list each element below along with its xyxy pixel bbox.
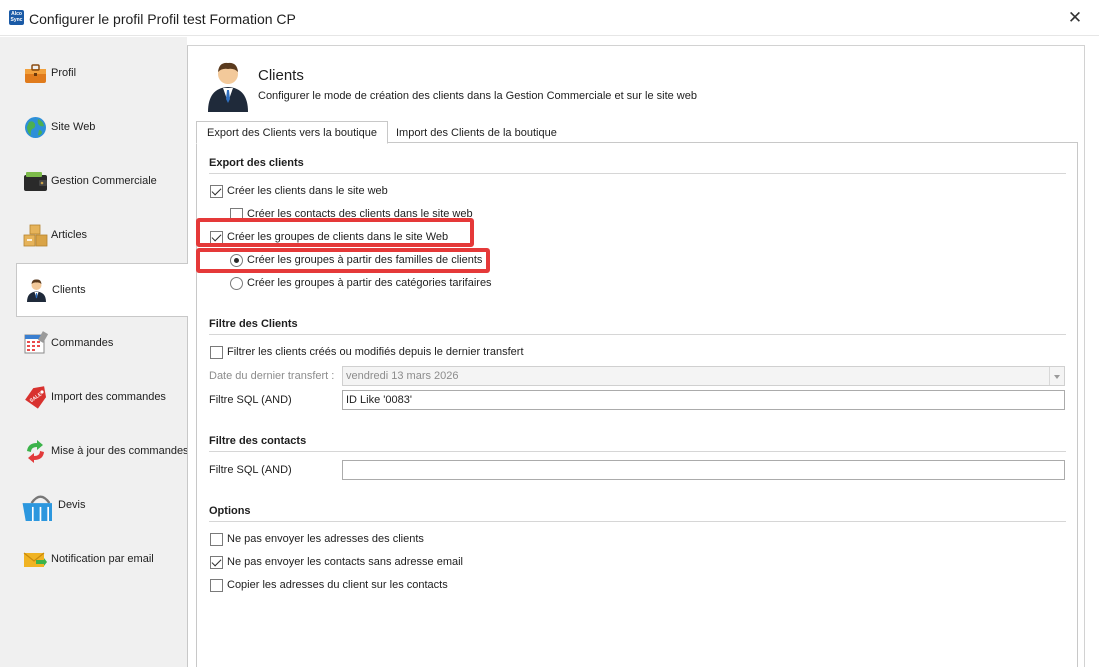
sidebar-item-site-web[interactable]: Site Web bbox=[16, 101, 187, 155]
groups-from-categories-label: Créer les groupes à partir des catégorie… bbox=[247, 277, 492, 289]
close-button[interactable]: ✕ bbox=[1065, 8, 1085, 28]
copy-addresses-label: Copier les adresses du client sur les co… bbox=[227, 579, 448, 591]
groups-from-categories-radio[interactable] bbox=[230, 277, 243, 290]
window-title: Configurer le profil Profil test Formati… bbox=[29, 11, 296, 27]
create-contacts-checkbox[interactable] bbox=[230, 208, 243, 221]
sidebar-item-label: Commandes bbox=[51, 337, 114, 349]
sidebar-item-import-commandes[interactable]: SALE Import des commandes bbox=[16, 371, 187, 425]
create-clients-label: Créer les clients dans le site web bbox=[227, 185, 388, 197]
briefcase-icon bbox=[25, 64, 46, 83]
sidebar-item-clients[interactable]: Clients bbox=[16, 263, 188, 317]
last-transfer-value: vendredi 13 mars 2026 bbox=[346, 370, 459, 382]
groups-from-families-label: Créer les groupes à partir des familles … bbox=[247, 254, 483, 266]
basket-icon bbox=[22, 495, 52, 521]
sidebar-item-label: Mise à jour des commandes bbox=[51, 445, 189, 457]
sidebar: Profil Site Web Gestion Commerciale Arti… bbox=[0, 37, 189, 667]
section-title-export: Export des clients bbox=[209, 157, 304, 169]
section-title-filter-contacts: Filtre des contacts bbox=[209, 435, 307, 447]
sql-filter-clients-input[interactable] bbox=[342, 390, 1065, 410]
section-title-options: Options bbox=[209, 505, 251, 517]
section-divider bbox=[209, 451, 1066, 452]
create-groups-label: Créer les groupes de clients dans le sit… bbox=[227, 231, 449, 243]
page-description: Configurer le mode de création des clien… bbox=[258, 90, 697, 102]
envelope-icon bbox=[23, 552, 47, 567]
sidebar-item-mise-a-jour-commandes[interactable]: Mise à jour des commandes bbox=[16, 425, 189, 479]
no-addresses-label: Ne pas envoyer les adresses des clients bbox=[227, 533, 424, 545]
chevron-down-icon[interactable] bbox=[1049, 367, 1064, 385]
section-title-filter-clients: Filtre des Clients bbox=[209, 318, 298, 330]
sidebar-item-label: Profil bbox=[51, 67, 77, 79]
sidebar-item-profil[interactable]: Profil bbox=[16, 47, 187, 101]
filter-modified-label: Filtrer les clients créés ou modifiés de… bbox=[227, 346, 524, 358]
title-bar: Alco Sync Configurer le profil Profil te… bbox=[0, 0, 1099, 36]
section-divider bbox=[209, 334, 1066, 335]
page-title: Clients bbox=[258, 67, 304, 84]
last-transfer-label: Date du dernier transfert : bbox=[209, 370, 335, 382]
sidebar-item-articles[interactable]: Articles bbox=[16, 209, 187, 263]
calendar-icon bbox=[24, 331, 48, 354]
no-addresses-checkbox[interactable] bbox=[210, 533, 223, 546]
app-logo-icon: Alco Sync bbox=[9, 10, 24, 25]
sale-tag-icon: SALE bbox=[25, 386, 47, 409]
sql-filter-clients-label: Filtre SQL (AND) bbox=[209, 394, 292, 406]
create-contacts-label: Créer les contacts des clients dans le s… bbox=[247, 208, 473, 220]
boxes-icon bbox=[23, 224, 48, 247]
no-contacts-without-email-label: Ne pas envoyer les contacts sans adresse… bbox=[227, 556, 464, 568]
create-clients-checkbox[interactable] bbox=[210, 185, 223, 198]
sidebar-item-label: Notification par email bbox=[51, 553, 154, 565]
sidebar-item-notification-email[interactable]: Notification par email bbox=[16, 533, 187, 587]
sidebar-item-label: Gestion Commerciale bbox=[51, 175, 157, 187]
wallet-icon bbox=[24, 172, 47, 191]
sidebar-item-label: Articles bbox=[51, 229, 88, 241]
tab-panel-export: Export des clients Créer les clients dan… bbox=[196, 142, 1078, 667]
groups-from-families-radio[interactable] bbox=[230, 254, 243, 267]
main-panel: Clients Configurer le mode de création d… bbox=[187, 45, 1085, 667]
sidebar-item-label: Import des commandes bbox=[51, 391, 166, 403]
section-divider bbox=[209, 521, 1066, 522]
tab-import-clients[interactable]: Import des Clients de la boutique bbox=[386, 121, 567, 143]
sync-arrows-icon bbox=[27, 440, 44, 463]
globe-icon bbox=[25, 117, 46, 138]
sidebar-item-label: Site Web bbox=[51, 121, 96, 133]
last-transfer-date-picker[interactable]: vendredi 13 mars 2026 bbox=[342, 366, 1065, 386]
sidebar-item-label: Devis bbox=[58, 499, 86, 511]
create-groups-checkbox[interactable] bbox=[210, 231, 223, 244]
sql-filter-contacts-label: Filtre SQL (AND) bbox=[209, 464, 292, 476]
user-icon bbox=[27, 279, 46, 302]
sidebar-item-gestion-commerciale[interactable]: Gestion Commerciale bbox=[16, 155, 187, 209]
sidebar-item-label: Clients bbox=[52, 284, 86, 296]
client-avatar-icon bbox=[208, 62, 248, 112]
tab-export-clients[interactable]: Export des Clients vers la boutique bbox=[196, 121, 388, 144]
section-divider bbox=[209, 173, 1066, 174]
copy-addresses-checkbox[interactable] bbox=[210, 579, 223, 592]
filter-modified-checkbox[interactable] bbox=[210, 346, 223, 359]
sidebar-item-devis[interactable]: Devis bbox=[16, 479, 187, 533]
no-contacts-without-email-checkbox[interactable] bbox=[210, 556, 223, 569]
sql-filter-contacts-input[interactable] bbox=[342, 460, 1065, 480]
sidebar-item-commandes[interactable]: Commandes bbox=[16, 317, 187, 371]
